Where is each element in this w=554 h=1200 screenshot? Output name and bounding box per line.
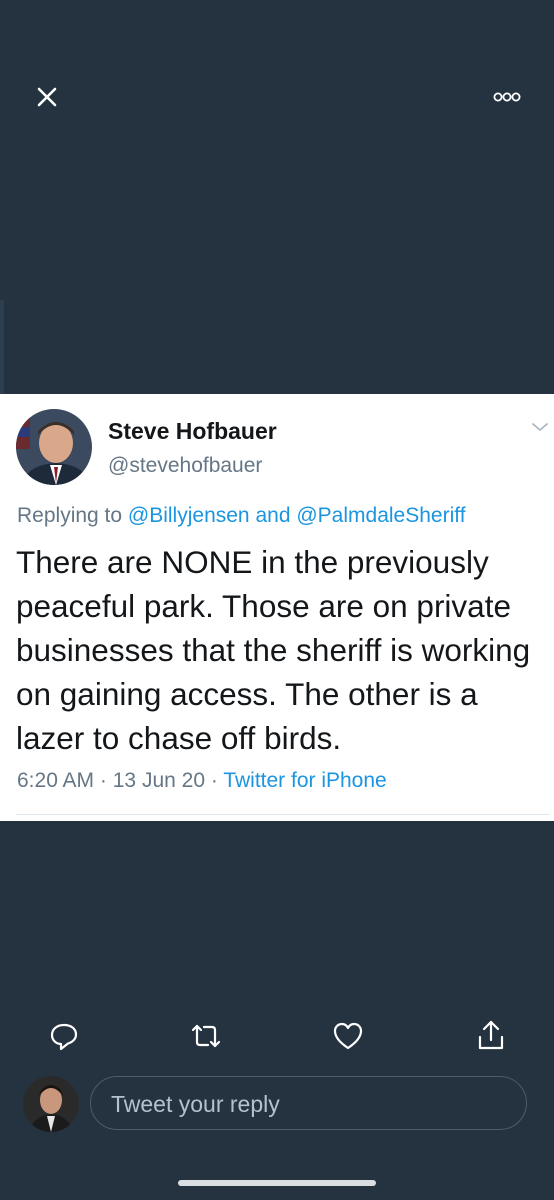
tweet-options-button[interactable] [531, 420, 549, 434]
reply-input[interactable]: Tweet your reply [90, 1076, 527, 1130]
user-avatar[interactable] [23, 1076, 79, 1132]
author-avatar[interactable] [16, 409, 92, 485]
meta-separator-2: · [210, 769, 218, 792]
reply-placeholder: Tweet your reply [111, 1091, 280, 1117]
close-button[interactable] [30, 80, 64, 114]
more-icon [493, 92, 521, 102]
reply-to-link-2[interactable]: @PalmdaleSheriff [296, 504, 465, 527]
share-button[interactable] [473, 1018, 509, 1054]
reply-button[interactable] [46, 1018, 82, 1054]
replying-prefix: Replying to [17, 504, 123, 527]
action-bar [0, 1010, 554, 1060]
retweet-button[interactable] [188, 1018, 224, 1054]
like-icon [333, 1022, 363, 1050]
card-divider [16, 814, 550, 815]
tweet-meta: 6:20 AM · 13 Jun 20 · Twitter for iPhone [17, 769, 387, 793]
retweet-icon [191, 1024, 221, 1048]
top-bar [0, 0, 554, 200]
reply-joiner: and [255, 504, 291, 527]
home-indicator [178, 1180, 376, 1186]
more-button[interactable] [488, 84, 528, 110]
reply-to-link-1[interactable]: @Billyjensen [128, 504, 250, 527]
share-icon [478, 1020, 504, 1050]
reply-icon [50, 1023, 78, 1051]
tweet-time: 6:20 AM [17, 769, 95, 792]
close-icon [37, 87, 57, 107]
author-handle[interactable]: @stevehofbauer [108, 454, 262, 478]
tweet-card[interactable]: Steve Hofbauer @stevehofbauer Replying t… [0, 394, 554, 821]
chevron-down-icon [532, 423, 548, 431]
replying-to: Replying to @Billyjensen and @PalmdaleSh… [17, 504, 466, 528]
tweet-date: 13 Jun 20 [112, 769, 205, 792]
like-button[interactable] [330, 1018, 366, 1054]
tweet-text: There are NONE in the previously peacefu… [16, 544, 531, 756]
media-edge [0, 300, 4, 394]
author-name[interactable]: Steve Hofbauer [108, 418, 277, 445]
meta-separator-1: · [99, 769, 107, 792]
tweet-source[interactable]: Twitter for iPhone [223, 769, 386, 792]
